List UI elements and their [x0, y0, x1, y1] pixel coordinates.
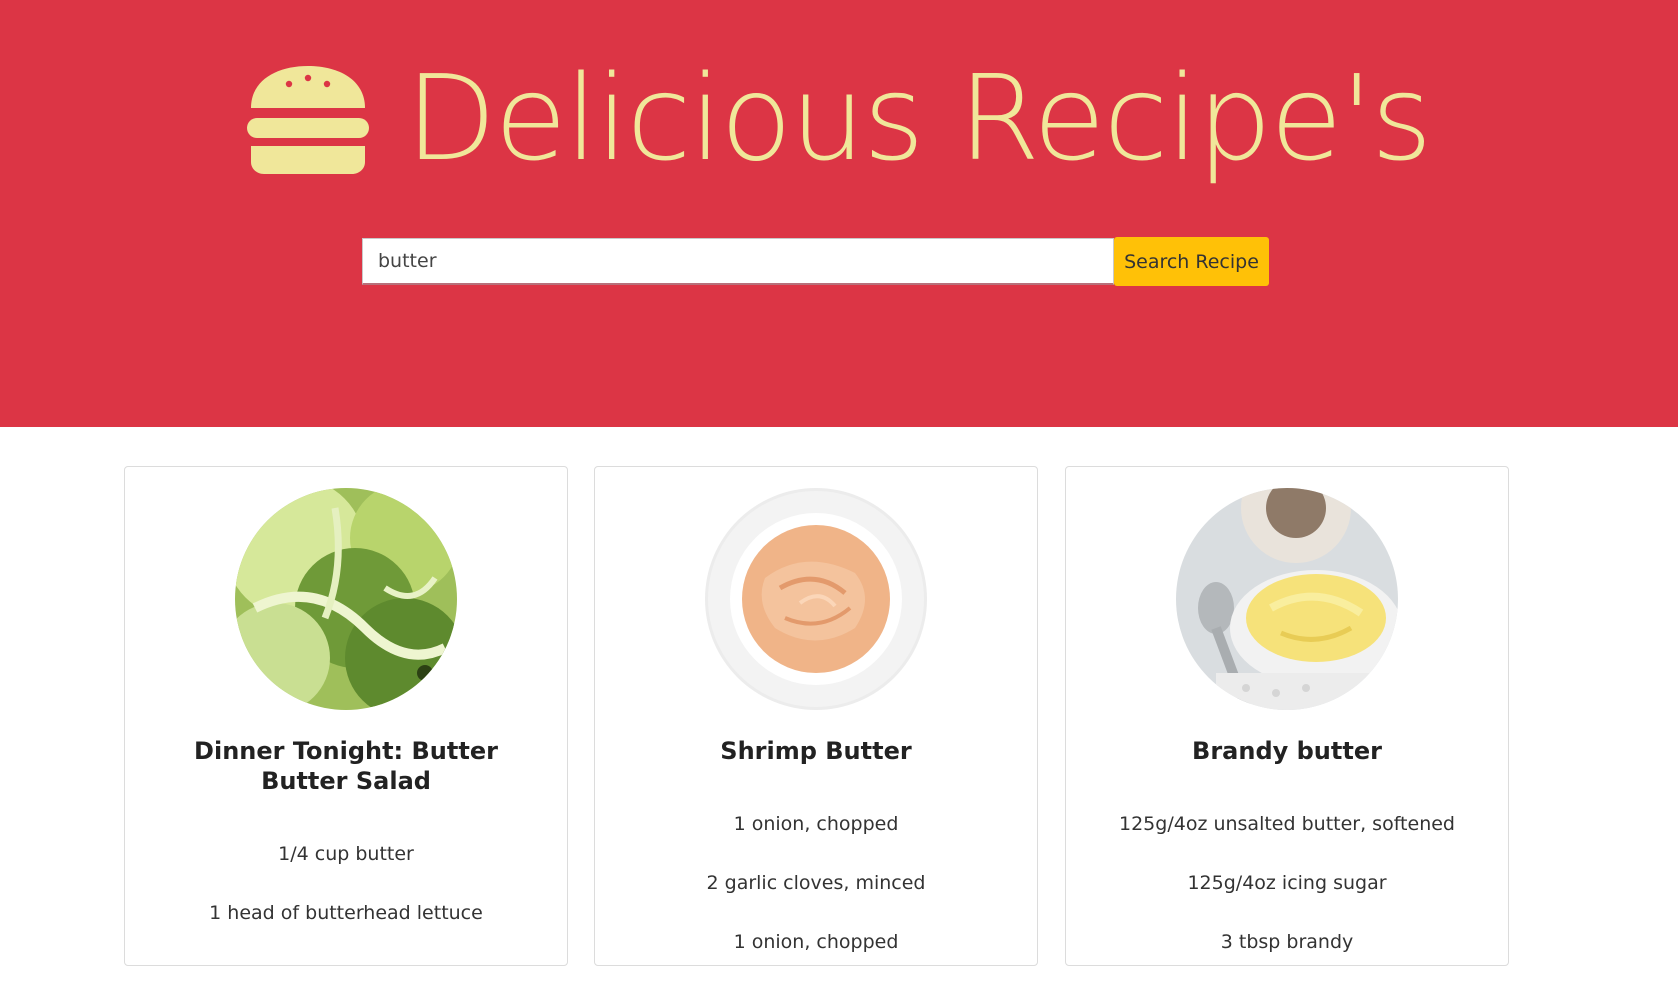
search-recipe-button[interactable]: Search Recipe — [1114, 237, 1269, 286]
ingredient-item: 3 tbsp brandy — [1220, 931, 1354, 953]
ingredient-item: 1 onion, chopped — [733, 813, 899, 835]
ingredient-item: 2 garlic cloves, minced — [706, 872, 926, 894]
ingredient-item: 125g/4oz unsalted butter, softened — [1119, 813, 1455, 835]
recipe-card[interactable]: Shrimp Butter 1 onion, chopped 2 garlic … — [594, 466, 1038, 966]
recipe-card[interactable]: Brandy butter 125g/4oz unsalted butter, … — [1065, 466, 1509, 966]
ingredient-item: 1 head of butterhead lettuce — [209, 902, 483, 924]
ingredient-list: 125g/4oz unsalted butter, softened 125g/… — [1086, 812, 1488, 989]
recipe-image — [235, 488, 457, 710]
ingredient-item: 125g/4oz icing sugar — [1187, 872, 1387, 894]
ingredient-list: 1 onion, chopped 2 garlic cloves, minced… — [615, 812, 1017, 989]
recipe-image — [1176, 488, 1398, 710]
recipe-results: Dinner Tonight: Butter Butter Salad 1/4 … — [124, 466, 1512, 966]
recipe-title[interactable]: Brandy butter — [1096, 736, 1478, 766]
ingredient-item: 1/4 cup butter — [278, 843, 414, 865]
site-title: Delicious Recipe's — [405, 49, 1432, 187]
recipe-title[interactable]: Shrimp Butter — [625, 736, 1007, 766]
recipe-title[interactable]: Dinner Tonight: Butter Butter Salad — [155, 736, 537, 796]
hamburger-icon — [247, 66, 370, 174]
brand: Delicious Recipe's — [0, 48, 1678, 188]
search-input[interactable] — [362, 238, 1114, 285]
search-bar: Search Recipe — [362, 237, 1269, 287]
recipe-card[interactable]: Dinner Tonight: Butter Butter Salad 1/4 … — [124, 466, 568, 966]
ingredient-item: 1 onion, chopped — [733, 931, 899, 953]
header-banner: Delicious Recipe's Search Recipe — [0, 0, 1678, 427]
recipe-image — [705, 488, 927, 710]
ingredient-list: 1/4 cup butter 1 head of butterhead lett… — [145, 842, 547, 960]
